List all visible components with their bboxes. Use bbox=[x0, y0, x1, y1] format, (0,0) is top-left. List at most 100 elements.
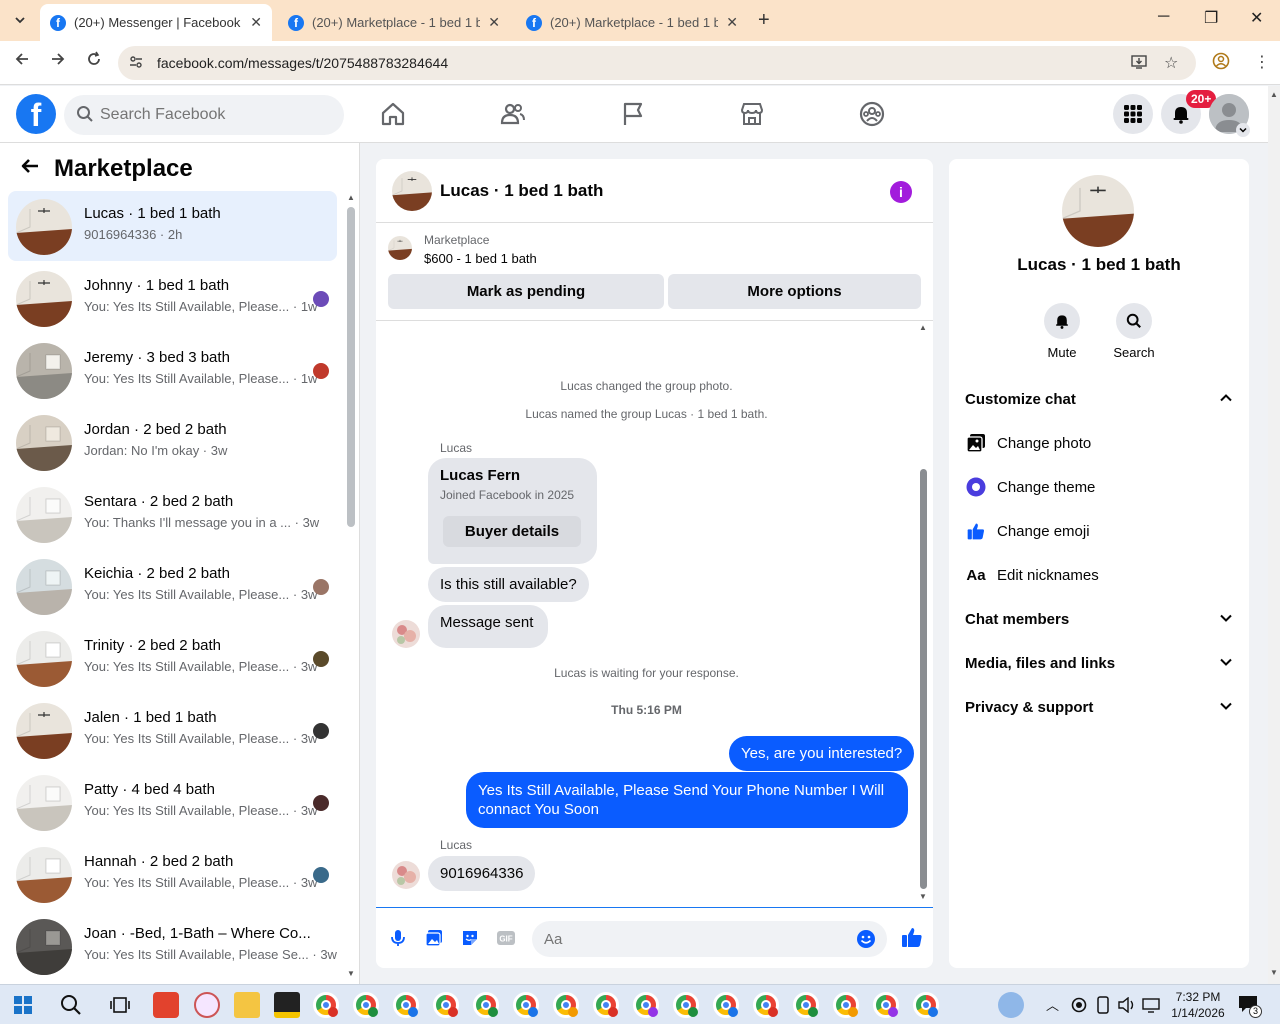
chevron-up-icon[interactable]: ︿ bbox=[1046, 995, 1059, 1014]
install-app-icon[interactable] bbox=[1130, 53, 1148, 76]
more-options-button[interactable]: More options bbox=[668, 274, 921, 309]
task-view-icon[interactable] bbox=[110, 996, 130, 1014]
scroll-down-arrow-icon[interactable]: ▼ bbox=[347, 969, 355, 978]
file-explorer-icon[interactable] bbox=[234, 992, 260, 1018]
chrome-profile-icon[interactable] bbox=[673, 992, 699, 1018]
conversation-item[interactable]: Johnny · 1 bed 1 bath You: Yes Its Still … bbox=[8, 263, 337, 333]
device-icon[interactable] bbox=[1096, 996, 1110, 1014]
sender-avatar[interactable] bbox=[392, 861, 420, 889]
windows-start-icon[interactable] bbox=[14, 996, 32, 1014]
conversation-item[interactable]: Sentara · 2 bed 2 bath You: Thanks I'll m… bbox=[8, 479, 337, 549]
search-icon[interactable] bbox=[60, 994, 82, 1016]
browser-tab-marketplace-2[interactable]: f (20+) Marketplace - 1 bed 1 bath ✕ bbox=[516, 4, 748, 41]
system-clock[interactable]: 7:32 PM 1/14/2026 bbox=[1163, 989, 1233, 1021]
group-avatar[interactable] bbox=[1062, 175, 1134, 247]
chrome-profile-icon[interactable] bbox=[553, 992, 579, 1018]
profile-icon[interactable] bbox=[1212, 52, 1230, 75]
conversation-item[interactable]: Hannah · 2 bed 2 bath You: Yes Its Still … bbox=[8, 839, 337, 909]
forward-arrow-icon[interactable] bbox=[50, 51, 66, 72]
scroll-up-arrow-icon[interactable]: ▲ bbox=[919, 323, 927, 332]
marketplace-icon[interactable] bbox=[738, 100, 766, 128]
buyer-details-button[interactable]: Buyer details bbox=[443, 516, 581, 547]
chrome-profile-icon[interactable] bbox=[793, 992, 819, 1018]
incoming-message[interactable]: 9016964336 bbox=[428, 856, 536, 891]
pages-flag-icon[interactable] bbox=[619, 100, 647, 128]
chrome-profile-icon[interactable] bbox=[313, 992, 339, 1018]
conversation-item[interactable]: Joan · -Bed, 1-Bath – Where Co... You: Ye… bbox=[8, 911, 337, 981]
restore-window-icon[interactable]: ❐ bbox=[1204, 8, 1218, 28]
chrome-profile-icon[interactable] bbox=[833, 992, 859, 1018]
new-tab-plus-icon[interactable]: + bbox=[758, 9, 770, 32]
chrome-profile-icon[interactable] bbox=[513, 992, 539, 1018]
incoming-message[interactable]: Message sent bbox=[428, 605, 549, 648]
listing-thumbnail[interactable] bbox=[388, 236, 412, 260]
network-icon[interactable] bbox=[1142, 997, 1160, 1013]
close-tab-icon[interactable]: ✕ bbox=[250, 14, 262, 31]
close-tab-icon[interactable]: ✕ bbox=[488, 14, 500, 31]
mark-as-pending-button[interactable]: Mark as pending bbox=[388, 274, 664, 309]
scroll-up-arrow-icon[interactable]: ▲ bbox=[1270, 90, 1278, 99]
listing-price[interactable]: $600 - 1 bed 1 bath bbox=[424, 251, 537, 266]
back-arrow-icon[interactable] bbox=[20, 155, 40, 183]
account-chevron-icon[interactable] bbox=[1236, 123, 1250, 137]
scroll-up-arrow-icon[interactable]: ▲ bbox=[347, 193, 355, 202]
chat-avatar[interactable] bbox=[392, 171, 432, 211]
scroll-down-arrow-icon[interactable]: ▼ bbox=[1270, 968, 1278, 977]
snipping-tool-icon[interactable] bbox=[194, 992, 220, 1018]
search-input[interactable] bbox=[100, 95, 330, 135]
conversation-item[interactable]: Jalen · 1 bed 1 bath You: Yes Its Still A… bbox=[8, 695, 337, 765]
close-window-icon[interactable]: ✕ bbox=[1250, 8, 1263, 28]
browser-tab-messenger[interactable]: f (20+) Messenger | Facebook ✕ bbox=[40, 4, 272, 41]
address-bar[interactable]: facebook.com/messages/t/2075488783284644… bbox=[118, 46, 1196, 80]
conversation-item[interactable]: Jeremy · 3 bed 3 bath You: Yes Its Still … bbox=[8, 335, 337, 405]
message-input[interactable] bbox=[544, 921, 844, 957]
chrome-profile-icon[interactable] bbox=[393, 992, 419, 1018]
message-input-box[interactable] bbox=[532, 921, 887, 957]
friends-icon[interactable] bbox=[499, 100, 527, 128]
app-launcher-icon[interactable] bbox=[153, 992, 179, 1018]
scroll-down-arrow-icon[interactable]: ▼ bbox=[919, 892, 927, 901]
site-settings-icon[interactable] bbox=[128, 54, 144, 73]
conversation-item[interactable]: Lucas · 1 bed 1 bath 9016964336 · 2h bbox=[8, 191, 337, 261]
sender-avatar[interactable] bbox=[392, 620, 420, 648]
media-files-section[interactable]: Media, files and links bbox=[965, 645, 1235, 681]
chrome-profile-icon[interactable] bbox=[433, 992, 459, 1018]
groups-icon[interactable] bbox=[858, 100, 886, 128]
chat-members-section[interactable]: Chat members bbox=[965, 601, 1235, 637]
speaker-icon[interactable] bbox=[1118, 997, 1136, 1013]
tab-search-menu-icon[interactable] bbox=[8, 8, 32, 32]
search-in-chat-button[interactable]: Search bbox=[1104, 303, 1164, 360]
conversation-item[interactable]: Jordan · 2 bed 2 bath Jordan: No I'm okay… bbox=[8, 407, 337, 477]
sticker-icon[interactable] bbox=[460, 928, 480, 948]
bookmark-star-icon[interactable]: ☆ bbox=[1164, 53, 1178, 73]
microphone-icon[interactable] bbox=[388, 928, 408, 948]
chat-title[interactable]: Lucas · 1 bed 1 bath bbox=[440, 181, 603, 201]
search-box[interactable] bbox=[64, 95, 344, 135]
reload-icon[interactable] bbox=[86, 51, 102, 72]
back-arrow-icon[interactable] bbox=[14, 51, 30, 72]
info-icon[interactable]: i bbox=[890, 181, 912, 203]
thumbs-up-icon[interactable] bbox=[900, 925, 924, 949]
chat-scrollbar[interactable] bbox=[920, 469, 927, 889]
conversation-item[interactable]: Trinity · 2 bed 2 bath You: Yes Its Still… bbox=[8, 623, 337, 693]
privacy-support-section[interactable]: Privacy & support bbox=[965, 689, 1235, 725]
outgoing-message[interactable]: Yes Its Still Available, Please Send You… bbox=[466, 772, 908, 828]
chrome-profile-icon[interactable] bbox=[753, 992, 779, 1018]
weather-icon[interactable] bbox=[998, 992, 1024, 1018]
chrome-profile-icon[interactable] bbox=[913, 992, 939, 1018]
chrome-profile-icon[interactable] bbox=[633, 992, 659, 1018]
chrome-profile-icon[interactable] bbox=[353, 992, 379, 1018]
chrome-profile-icon[interactable] bbox=[473, 992, 499, 1018]
change-emoji-item[interactable]: Change emoji bbox=[965, 513, 1235, 549]
browser-tab-marketplace-1[interactable]: f (20+) Marketplace - 1 bed 1 bath ✕ bbox=[278, 4, 510, 41]
incoming-message[interactable]: Is this still available? bbox=[428, 567, 589, 602]
change-photo-item[interactable]: Change photo bbox=[965, 425, 1235, 461]
emoji-icon[interactable] bbox=[856, 929, 876, 949]
photo-attach-icon[interactable] bbox=[424, 928, 444, 948]
home-icon[interactable] bbox=[379, 100, 407, 128]
conversation-item[interactable]: Keichia · 2 bed 2 bath You: Yes Its Still… bbox=[8, 551, 337, 621]
gif-icon[interactable]: GIF bbox=[496, 928, 516, 948]
browser-menu-icon[interactable]: ⋮ bbox=[1254, 52, 1270, 72]
sidebar-scrollbar[interactable] bbox=[347, 207, 355, 527]
mute-button[interactable]: Mute bbox=[1032, 303, 1092, 360]
